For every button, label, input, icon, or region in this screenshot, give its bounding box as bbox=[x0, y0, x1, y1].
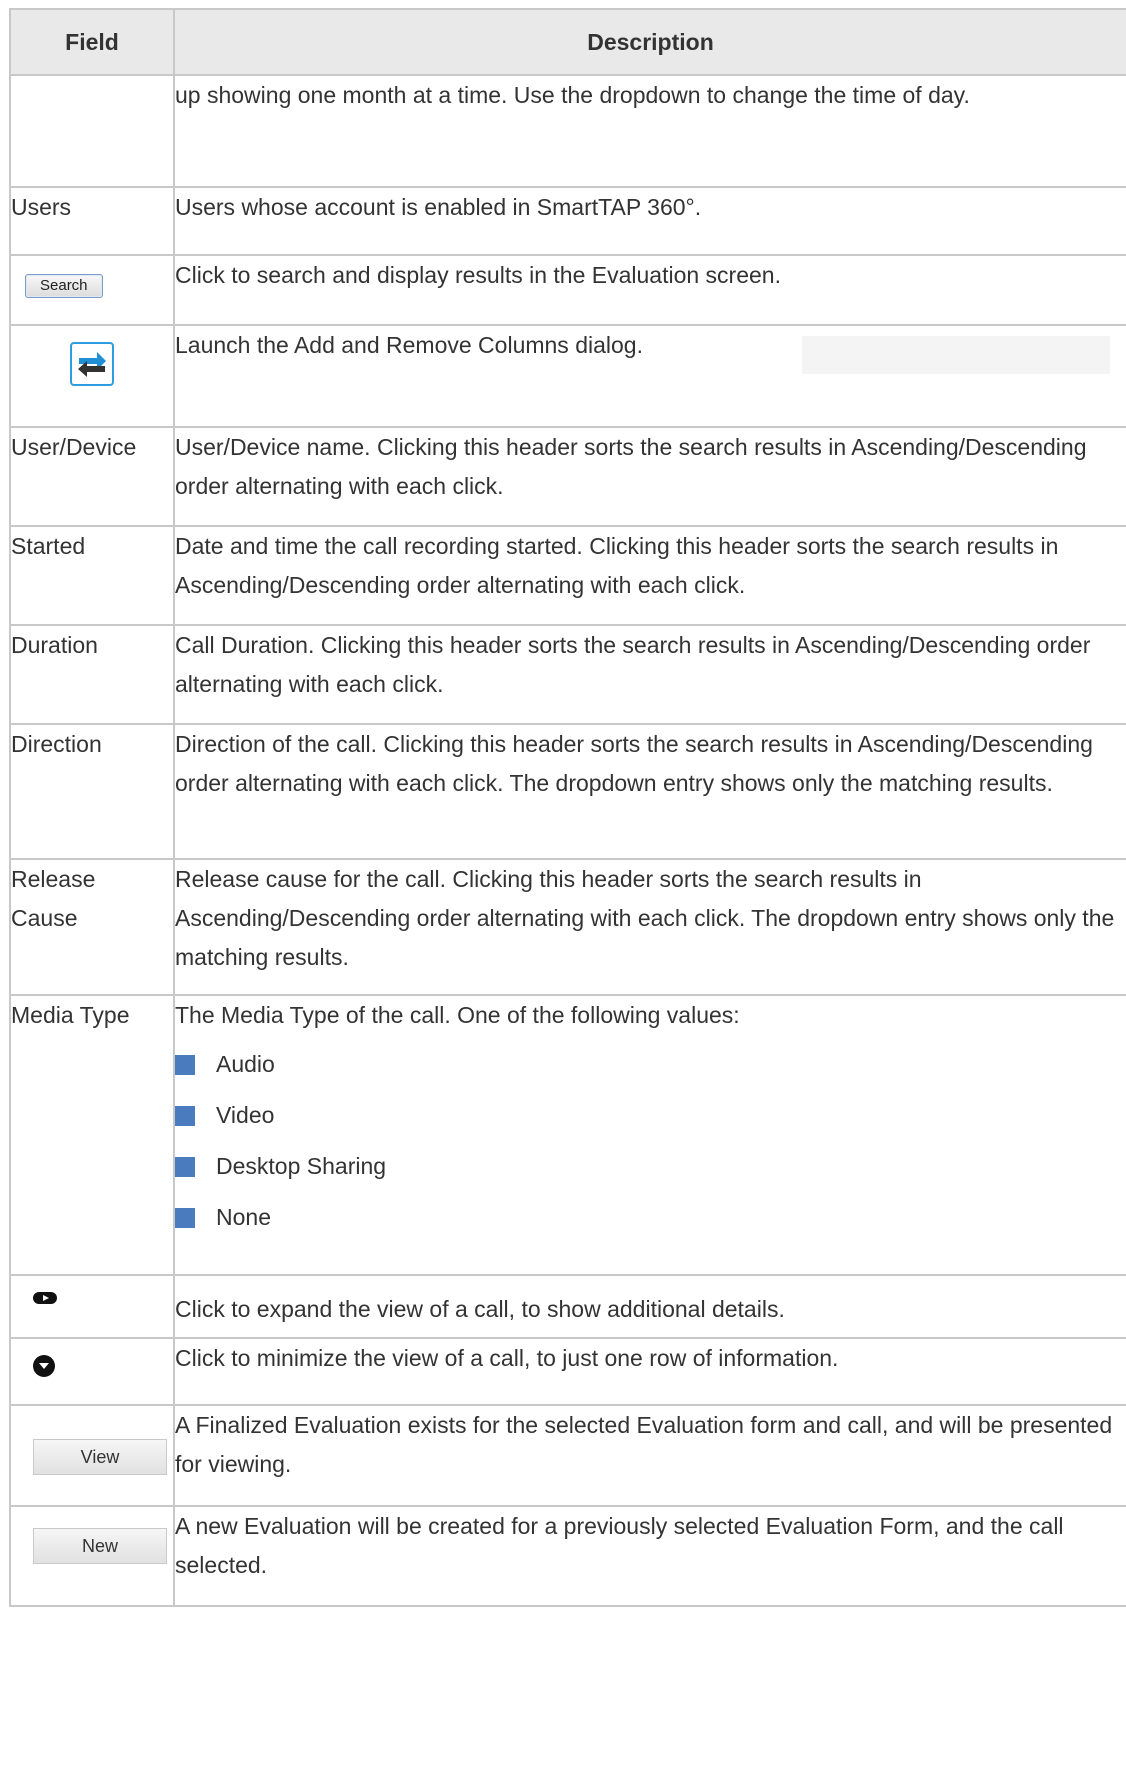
list-item: None bbox=[175, 1198, 1126, 1249]
list-item: Audio bbox=[175, 1045, 1126, 1096]
table-row: Direction Direction of the call. Clickin… bbox=[9, 723, 1126, 860]
list-item-label: Desktop Sharing bbox=[216, 1153, 387, 1179]
description-cell: The Media Type of the call. One of the f… bbox=[173, 994, 1126, 1276]
field-cell: Release Cause bbox=[9, 858, 175, 996]
field-description-table-container: Field Description up showing one month a… bbox=[9, 8, 1126, 1607]
list-item: Video bbox=[175, 1096, 1126, 1147]
expand-icon[interactable] bbox=[33, 1292, 57, 1304]
table-row: Release Cause Release cause for the call… bbox=[9, 858, 1126, 996]
description-cell: Click to minimize the view of a call, to… bbox=[173, 1337, 1126, 1406]
bullet-square-icon bbox=[175, 1157, 195, 1177]
description-cell: A new Evaluation will be created for a p… bbox=[173, 1505, 1126, 1607]
table-header-row: Field Description bbox=[9, 8, 1126, 76]
description-cell: Launch the Add and Remove Columns dialog… bbox=[173, 324, 1126, 428]
description-cell: Call Duration. Clicking this header sort… bbox=[173, 624, 1126, 725]
description-cell: Date and time the call recording started… bbox=[173, 525, 1126, 626]
field-cell: New bbox=[9, 1505, 175, 1607]
table-row: Search Click to search and display resul… bbox=[9, 254, 1126, 326]
description-text: Launch the Add and Remove Columns dialog… bbox=[175, 332, 643, 358]
new-button[interactable]: New bbox=[33, 1528, 167, 1564]
table-row: Click to expand the view of a call, to s… bbox=[9, 1274, 1126, 1339]
field-cell: Direction bbox=[9, 723, 175, 860]
description-cell: Click to expand the view of a call, to s… bbox=[173, 1274, 1126, 1339]
collapse-icon[interactable] bbox=[33, 1355, 55, 1377]
table-row: Click to minimize the view of a call, to… bbox=[9, 1337, 1126, 1406]
field-cell: Media Type bbox=[9, 994, 175, 1276]
table-row: Users Users whose account is enabled in … bbox=[9, 186, 1126, 256]
table-row: Media Type The Media Type of the call. O… bbox=[9, 994, 1126, 1276]
description-column-header: Description bbox=[173, 8, 1126, 76]
field-cell bbox=[9, 74, 175, 188]
description-cell: Direction of the call. Clicking this hea… bbox=[173, 723, 1126, 860]
description-cell: A Finalized Evaluation exists for the se… bbox=[173, 1404, 1126, 1507]
field-cell bbox=[9, 324, 175, 428]
table-row: View A Finalized Evaluation exists for t… bbox=[9, 1404, 1126, 1507]
field-cell: Search bbox=[9, 254, 175, 326]
table-row: New A new Evaluation will be created for… bbox=[9, 1505, 1126, 1607]
list-item-label: None bbox=[216, 1204, 271, 1230]
description-cell: up showing one month at a time. Use the … bbox=[173, 74, 1126, 188]
field-column-header: Field bbox=[9, 8, 175, 76]
list-item-label: Audio bbox=[216, 1051, 275, 1077]
table-row: User/Device User/Device name. Clicking t… bbox=[9, 426, 1126, 527]
list-item: Desktop Sharing bbox=[175, 1147, 1126, 1198]
search-button[interactable]: Search bbox=[25, 274, 103, 298]
swap-columns-icon[interactable] bbox=[70, 342, 114, 386]
description-cell: Click to search and display results in t… bbox=[173, 254, 1126, 326]
description-cell: User/Device name. Clicking this header s… bbox=[173, 426, 1126, 527]
bullet-square-icon bbox=[175, 1106, 195, 1126]
field-cell bbox=[9, 1274, 175, 1339]
field-cell: User/Device bbox=[9, 426, 175, 527]
bullet-square-icon bbox=[175, 1208, 195, 1228]
media-type-list: Audio Video Desktop Sharing None bbox=[175, 1045, 1126, 1249]
list-item-label: Video bbox=[216, 1102, 275, 1128]
field-cell: Started bbox=[9, 525, 175, 626]
description-text: The Media Type of the call. One of the f… bbox=[175, 1002, 740, 1028]
field-description-table: Field Description up showing one month a… bbox=[9, 8, 1126, 1607]
highlight-box bbox=[802, 336, 1110, 374]
table-row: Duration Call Duration. Clicking this he… bbox=[9, 624, 1126, 725]
table-row: Started Date and time the call recording… bbox=[9, 525, 1126, 626]
field-cell: Duration bbox=[9, 624, 175, 725]
bullet-square-icon bbox=[175, 1055, 195, 1075]
description-cell: Users whose account is enabled in SmartT… bbox=[173, 186, 1126, 256]
description-cell: Release cause for the call. Clicking thi… bbox=[173, 858, 1126, 996]
field-cell: Users bbox=[9, 186, 175, 256]
table-row: up showing one month at a time. Use the … bbox=[9, 74, 1126, 188]
view-button[interactable]: View bbox=[33, 1439, 167, 1475]
table-row: Launch the Add and Remove Columns dialog… bbox=[9, 324, 1126, 428]
field-cell bbox=[9, 1337, 175, 1406]
field-cell: View bbox=[9, 1404, 175, 1507]
